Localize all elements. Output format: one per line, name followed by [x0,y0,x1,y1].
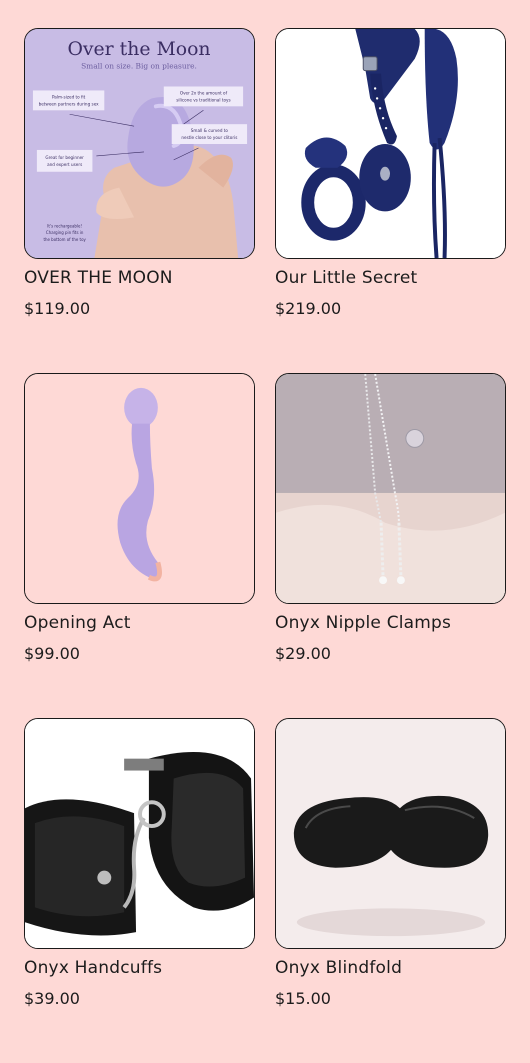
product-card-onyx-handcuffs[interactable]: Onyx Handcuffs $39.00 [24,718,255,1063]
over-the-moon-illustration: Over the Moon Small on size. Big on plea… [25,29,254,258]
product-title[interactable]: Onyx Blindfold [275,957,506,979]
wand-illustration [25,374,254,603]
product-image-our-little-secret[interactable] [275,28,506,259]
svg-text:Small & curved to: Small & curved to [191,128,229,133]
svg-text:It's rechargeable!: It's rechargeable! [47,223,82,228]
product-title[interactable]: Onyx Handcuffs [24,957,255,979]
product-price: $219.00 [275,299,342,318]
svg-text:between partners during sex: between partners during sex [39,101,100,106]
svg-text:the bottom of the toy: the bottom of the toy [43,237,86,242]
svg-text:Palm-sized to fit: Palm-sized to fit [52,94,86,99]
product-card-opening-act[interactable]: Opening Act $99.00 [24,373,255,718]
product-title[interactable]: OVER THE MOON [24,267,255,289]
blindfold-illustration [276,719,505,948]
product-card-onyx-nipple-clamps[interactable]: Onyx Nipple Clamps $29.00 [275,373,506,718]
product-image-onyx-blindfold[interactable] [275,718,506,949]
product-price: $15.00 [275,989,331,1008]
product-price: $99.00 [24,644,80,663]
svg-text:and expert users: and expert users [47,162,82,167]
product-price: $39.00 [24,989,80,1008]
svg-text:silicone vs traditional toys: silicone vs traditional toys [176,97,230,102]
svg-text:Over 2x the amount of: Over 2x the amount of [180,90,228,95]
product-image-opening-act[interactable] [24,373,255,604]
image-subheading: Small on size. Big on pleasure. [81,62,197,71]
product-card-our-little-secret[interactable]: Our Little Secret $219.00 [275,28,506,373]
couples-toy-set-illustration [276,29,505,258]
product-image-onyx-nipple-clamps[interactable] [275,373,506,604]
svg-text:nestle close to your clitoris: nestle close to your clitoris [181,135,237,140]
svg-text:Great for beginner: Great for beginner [45,155,84,160]
product-card-over-the-moon[interactable]: Over the Moon Small on size. Big on plea… [24,28,255,373]
product-title[interactable]: Our Little Secret [275,267,506,289]
product-price: $29.00 [275,644,331,663]
product-title[interactable]: Opening Act [24,612,255,634]
handcuffs-illustration [25,719,254,948]
nipple-clamps-illustration [276,374,505,603]
product-image-over-the-moon[interactable]: Over the Moon Small on size. Big on plea… [24,28,255,259]
image-heading: Over the Moon [67,39,210,60]
product-card-onyx-blindfold[interactable]: Onyx Blindfold $15.00 [275,718,506,1063]
product-image-onyx-handcuffs[interactable] [24,718,255,949]
product-grid: Over the Moon Small on size. Big on plea… [24,28,506,1063]
product-price: $119.00 [24,299,91,318]
svg-text:Charging pin fits in: Charging pin fits in [46,230,84,235]
product-title[interactable]: Onyx Nipple Clamps [275,612,506,634]
